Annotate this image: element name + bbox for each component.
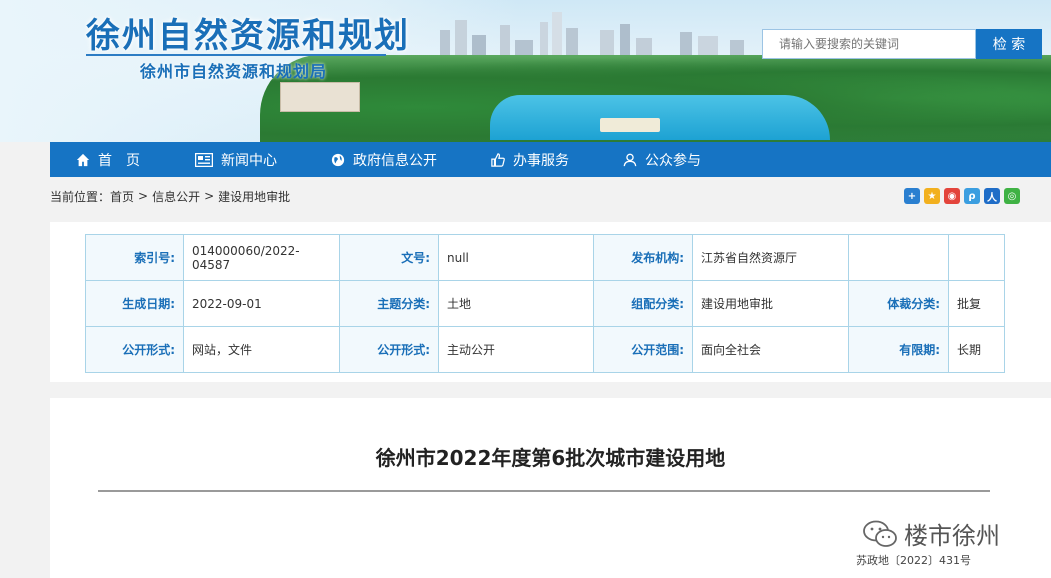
nav-item-participation[interactable]: 公众参与 [623, 142, 701, 177]
tencent-weibo-icon[interactable]: ρ [964, 188, 980, 204]
nav-item-news[interactable]: 新闻中心 [195, 142, 277, 177]
validity-value: 长期 [948, 326, 1005, 373]
search-button[interactable]: 检 索 [976, 29, 1042, 59]
thumb-up-icon [491, 152, 505, 167]
created-date-label: 生成日期: [85, 280, 184, 327]
empty-cell [948, 234, 1005, 281]
qzone-icon[interactable]: ★ [924, 188, 940, 204]
breadcrumb-prefix: 当前位置： [50, 189, 111, 204]
watermark: 楼市徐州 [862, 516, 1000, 551]
watermark-text: 楼市徐州 [904, 522, 1000, 550]
topic-category-value: 土地 [438, 280, 594, 327]
nav-item-services[interactable]: 办事服务 [491, 142, 569, 177]
publication-scope-label: 公开范围: [593, 326, 693, 373]
home-icon [76, 153, 90, 167]
metadata-table: 索引号: 014000060/2022-04587 文号: null 发布机构:… [85, 234, 1005, 373]
header-banner: 徐州自然资源和规划 徐州市自然资源和规划局 检 索 [0, 0, 1051, 142]
publication-mode-value: 主动公开 [438, 326, 594, 373]
banner-lake [490, 95, 830, 140]
index-number-value: 014000060/2022-04587 [183, 234, 340, 281]
genre-category-value: 批复 [948, 280, 1005, 327]
group-category-label: 组配分类: [593, 280, 693, 327]
genre-category-label: 体裁分类: [848, 280, 949, 327]
banner-building [280, 82, 360, 112]
doc-number-label: 文号: [339, 234, 439, 281]
site-subtitle: 徐州市自然资源和规划局 [140, 62, 328, 81]
nav-item-gov-info[interactable]: 政府信息公开 [331, 142, 437, 177]
publication-form-label: 公开形式: [85, 326, 184, 373]
publisher-value: 江苏省自然资源厅 [692, 234, 849, 281]
plus-share-icon[interactable]: + [904, 188, 920, 204]
table-row: 公开形式: 网站，文件 公开形式: 主动公开 公开范围: 面向全社会 有限期: … [85, 326, 1005, 373]
news-icon [195, 152, 213, 167]
doc-number-value: null [438, 234, 594, 281]
validity-label: 有限期: [848, 326, 949, 373]
nav-item-label: 首 页 [98, 152, 140, 169]
table-row: 生成日期: 2022-09-01 主题分类: 土地 组配分类: 建设用地审批 体… [85, 280, 1005, 327]
user-icon [623, 153, 637, 167]
search-box: 检 索 [762, 29, 1042, 59]
nav-item-label: 政府信息公开 [353, 152, 437, 169]
title-divider [86, 54, 386, 56]
publication-mode-label: 公开形式: [339, 326, 439, 373]
empty-cell [848, 234, 949, 281]
breadcrumb-current[interactable]: 建设用地审批 [218, 188, 290, 205]
site-title[interactable]: 徐州自然资源和规划 [86, 8, 410, 57]
share-toolbar: + ★ ◉ ρ 人 ◎ [904, 188, 1020, 204]
topic-category-label: 主题分类: [339, 280, 439, 327]
wechat-icon[interactable]: ◎ [1004, 188, 1020, 204]
wechat-watermark-icon [863, 520, 897, 547]
table-row: 索引号: 014000060/2022-04587 文号: null 发布机构:… [85, 234, 1005, 281]
nav-item-label: 新闻中心 [221, 152, 277, 169]
breadcrumb-home[interactable]: 首页 [110, 188, 134, 205]
index-number-label: 索引号: [85, 234, 184, 281]
title-divider [98, 490, 990, 492]
breadcrumb-separator: > [204, 189, 215, 203]
breadcrumb-separator: > [138, 189, 149, 203]
created-date-value: 2022-09-01 [183, 280, 340, 327]
document-number: 苏政地〔2022〕431号 [856, 554, 971, 567]
breadcrumb-info[interactable]: 信息公开 [152, 188, 200, 205]
info-panel: 索引号: 014000060/2022-04587 文号: null 发布机构:… [50, 222, 1051, 382]
article-title: 徐州市2022年度第6批次城市建设用地 [375, 446, 726, 470]
nav-item-label: 公众参与 [645, 152, 701, 169]
banner-pagoda [600, 118, 660, 132]
renren-icon[interactable]: 人 [984, 188, 1000, 204]
nav-item-home[interactable]: 首 页 [76, 142, 140, 177]
search-input[interactable] [762, 29, 976, 59]
publisher-label: 发布机构: [593, 234, 693, 281]
article-panel: 徐州市2022年度第6批次城市建设用地 楼市徐州 苏政地〔2022〕431号 [50, 398, 1051, 578]
publication-form-value: 网站，文件 [183, 326, 340, 373]
group-category-value: 建设用地审批 [692, 280, 849, 327]
weibo-icon[interactable]: ◉ [944, 188, 960, 204]
globe-icon [331, 153, 345, 167]
nav-item-label: 办事服务 [513, 152, 569, 169]
breadcrumb: 当前位置： 首页 > 信息公开 > 建设用地审批 [50, 186, 1051, 206]
main-nav: 首 页 新闻中心 政府信息公开 办事服务 公众参与 [50, 142, 1051, 177]
publication-scope-value: 面向全社会 [692, 326, 849, 373]
